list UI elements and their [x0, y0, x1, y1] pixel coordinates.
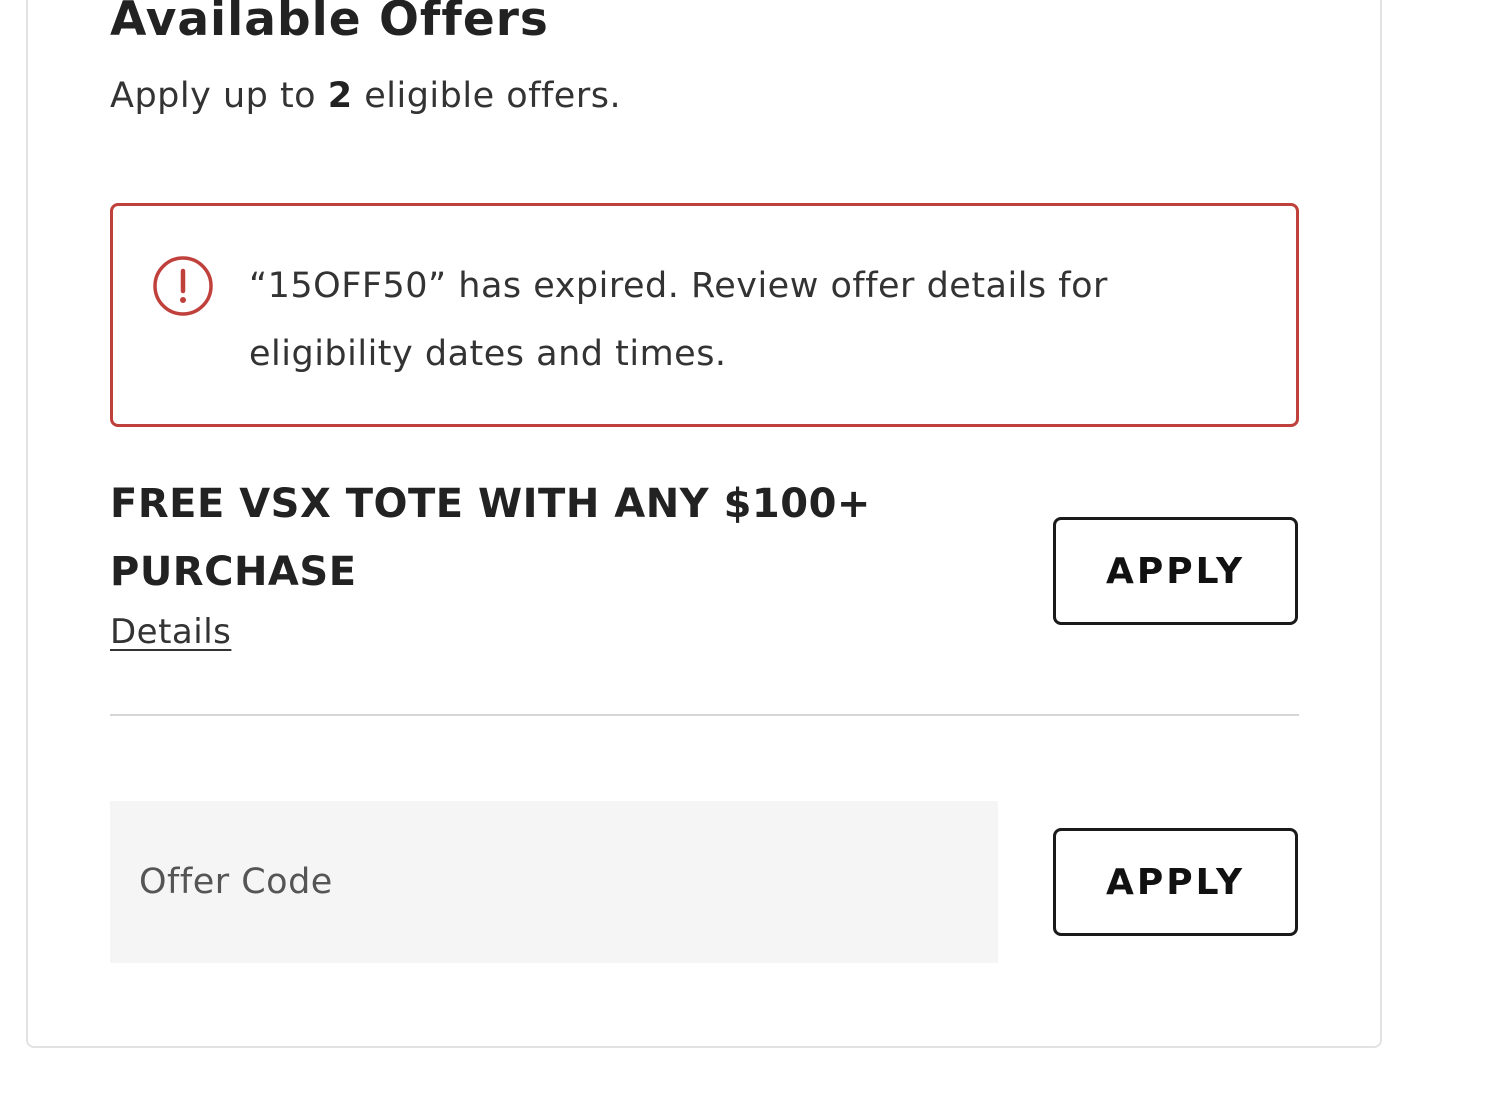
subtitle-prefix: Apply up to	[110, 76, 328, 116]
expired-offer-alert: “15OFF50” has expired. Review offer deta…	[110, 203, 1299, 427]
panel-title: Available Offers	[110, 0, 549, 47]
offer-details-link[interactable]: Details	[110, 612, 231, 652]
subtitle-suffix: eligible offers.	[352, 76, 622, 116]
offer-code-input[interactable]	[110, 801, 998, 963]
max-offers-count: 2	[327, 76, 353, 116]
offers-limit-text: Apply up to 2 eligible offers.	[110, 76, 621, 116]
exclamation-circle-icon	[153, 256, 213, 316]
offer-title: FREE VSX TOTE WITH ANY $100+ PURCHASE	[110, 481, 871, 595]
alert-message: “15OFF50” has expired. Review offer deta…	[249, 266, 1108, 374]
apply-code-button[interactable]: APPLY	[1053, 828, 1298, 936]
apply-offer-button[interactable]: APPLY	[1053, 517, 1298, 625]
divider	[110, 714, 1299, 716]
